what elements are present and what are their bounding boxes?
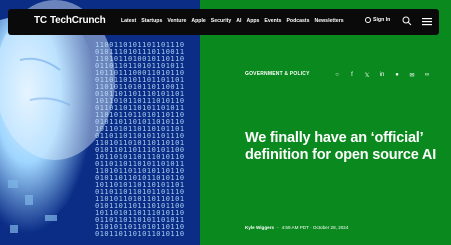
nav-security[interactable]: Security bbox=[211, 18, 231, 24]
reddit-icon[interactable]: ● bbox=[393, 72, 401, 79]
nav-apps[interactable]: Apps bbox=[246, 18, 259, 24]
nav-venture[interactable]: Venture bbox=[167, 18, 186, 24]
x-icon[interactable]: 𝕏 bbox=[363, 72, 371, 79]
byline: Kyle Wiggers -4:59 AM PDT · October 28, 2… bbox=[245, 225, 348, 230]
article-header bbox=[200, 0, 451, 245]
nav-ai[interactable]: AI bbox=[236, 18, 241, 24]
techcrunch-logo[interactable]: TC TechCrunch bbox=[34, 15, 106, 26]
hero-illustration: 1100110101101101110 0101110101110110011 … bbox=[0, 0, 200, 245]
sign-in-label: Sign In bbox=[373, 17, 391, 23]
byline-separator: - bbox=[277, 225, 279, 230]
nav-startups[interactable]: Startups bbox=[141, 18, 162, 24]
binary-code-pattern: 1100110101101101110 0101110101110110011 … bbox=[95, 41, 185, 238]
search-icon[interactable] bbox=[402, 16, 412, 26]
linkedin-icon[interactable]: in bbox=[378, 72, 386, 79]
nav-newsletters[interactable]: Newsletters bbox=[315, 18, 344, 24]
article-title: We finally have an ‘official’ definition… bbox=[245, 130, 437, 163]
facebook-icon[interactable]: f bbox=[348, 72, 356, 79]
author-link[interactable]: Kyle Wiggers bbox=[245, 225, 274, 230]
sign-in-button[interactable]: Sign In bbox=[365, 17, 390, 23]
email-icon[interactable]: ✉ bbox=[408, 72, 416, 79]
nav-latest[interactable]: Latest bbox=[121, 18, 136, 24]
comment-icon[interactable]: ○ bbox=[333, 72, 341, 79]
link-icon[interactable]: ∞ bbox=[423, 72, 431, 79]
nav-podcasts[interactable]: Podcasts bbox=[286, 18, 309, 24]
user-icon bbox=[365, 17, 371, 23]
nav-events[interactable]: Events bbox=[264, 18, 281, 24]
category-link[interactable]: GOVERNMENT & POLICY bbox=[245, 71, 310, 77]
main-nav: Latest Startups Venture Apple Security A… bbox=[121, 18, 344, 24]
hamburger-menu-icon[interactable] bbox=[422, 17, 432, 26]
publish-timestamp: 4:59 AM PDT · October 28, 2024 bbox=[281, 225, 349, 230]
site-header: TC TechCrunch Latest Startups Venture App… bbox=[8, 9, 439, 35]
nav-apple[interactable]: Apple bbox=[191, 18, 205, 24]
share-bar: ○ f 𝕏 in ● ✉ ∞ bbox=[333, 72, 431, 79]
logo-text: TechCrunch bbox=[49, 15, 106, 26]
logo-mark: TC bbox=[34, 15, 47, 26]
